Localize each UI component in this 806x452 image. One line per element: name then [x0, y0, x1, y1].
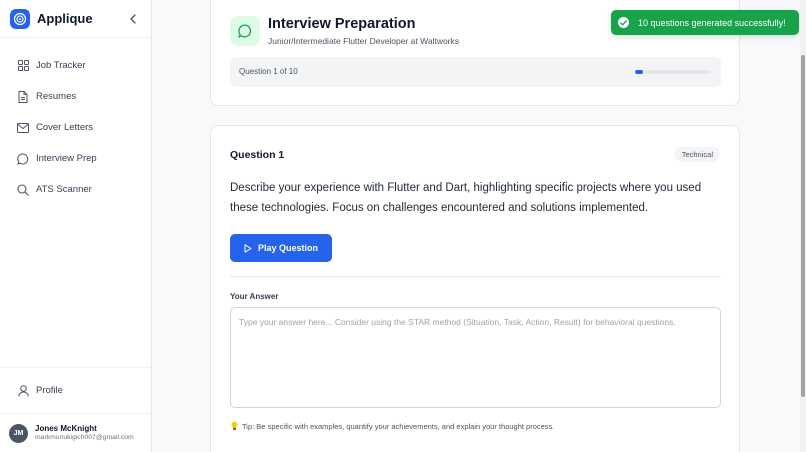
sidebar-item-label: Resumes: [36, 91, 77, 102]
app-name[interactable]: Applique: [37, 11, 93, 26]
sidebar-item-label: ATS Scanner: [36, 184, 92, 195]
user-info: Jones McKnight markmuriukigich007@gmail.…: [35, 424, 134, 442]
progress-bar: [635, 70, 711, 74]
user-card[interactable]: JM Jones McKnight markmuriukigich007@gma…: [0, 413, 151, 452]
brand-header: Applique: [0, 0, 151, 38]
sidebar-item-resumes[interactable]: Resumes: [0, 81, 151, 112]
target-icon[interactable]: [10, 8, 30, 29]
sidebar-item-label: Cover Letters: [36, 122, 94, 133]
sidebar-item-profile[interactable]: Profile: [0, 367, 151, 413]
grid-icon: [17, 60, 29, 72]
progress-panel: Question 1 of 10: [230, 57, 721, 87]
tip-text: Tip: Be specific with examples, quantify…: [231, 421, 554, 431]
sidebar-item-ats-scanner[interactable]: ATS Scanner: [0, 174, 151, 205]
chevron-left-icon[interactable]: [125, 11, 141, 27]
page-subtitle: Junior/Intermediate Flutter Developer at…: [268, 36, 460, 46]
question-text: Describe your experience with Flutter an…: [230, 182, 702, 214]
page-title: Interview Preparation: [268, 16, 416, 32]
sidebar-item-cover-letters[interactable]: Cover Letters: [0, 112, 151, 143]
avatar: JM: [9, 423, 28, 443]
play-question-label: Play Question: [257, 243, 319, 253]
answer-label: Your Answer: [230, 292, 279, 301]
divider: [230, 276, 721, 277]
user-email: markmuriukigich007@gmail.com: [35, 433, 134, 441]
sidebar: Applique Job Tracker Resumes Cover Lette…: [0, 0, 152, 452]
play-icon: [244, 243, 252, 253]
answer-textarea[interactable]: [230, 307, 721, 408]
question-card: Question 1 Technical Describe your exper…: [210, 125, 740, 452]
sidebar-item-job-tracker[interactable]: Job Tracker: [0, 50, 151, 81]
search-icon: [17, 183, 29, 196]
sidebar-item-label: Job Tracker: [36, 60, 86, 71]
question-type-badge: Technical: [674, 147, 720, 162]
user-icon: [17, 384, 29, 397]
question-title: Question 1: [230, 149, 285, 161]
scrollbar-thumb[interactable]: [801, 55, 805, 397]
progress-fill: [635, 70, 643, 74]
file-icon: [17, 90, 29, 103]
tip-label: Tip: Be specific with examples, quantify…: [242, 421, 555, 431]
sidebar-nav: Job Tracker Resumes Cover Letters Interv…: [0, 38, 151, 205]
sidebar-item-label: Interview Prep: [36, 153, 97, 164]
mail-icon: [17, 122, 29, 134]
lightbulb-icon: [231, 421, 238, 431]
chat-icon: [230, 16, 260, 46]
progress-text: Question 1 of 10: [239, 67, 298, 76]
play-question-button[interactable]: Play Question: [230, 234, 332, 262]
sidebar-item-interview-prep[interactable]: Interview Prep: [0, 143, 151, 174]
toast-message: 10 questions generated successfully!: [638, 17, 786, 28]
profile-label: Profile: [36, 385, 63, 396]
success-toast[interactable]: 10 questions generated successfully!: [611, 10, 799, 35]
chat-icon: [17, 152, 29, 165]
user-name: Jones McKnight: [35, 423, 97, 433]
check-circle-icon: [618, 17, 629, 28]
scrollbar[interactable]: [800, 0, 806, 452]
